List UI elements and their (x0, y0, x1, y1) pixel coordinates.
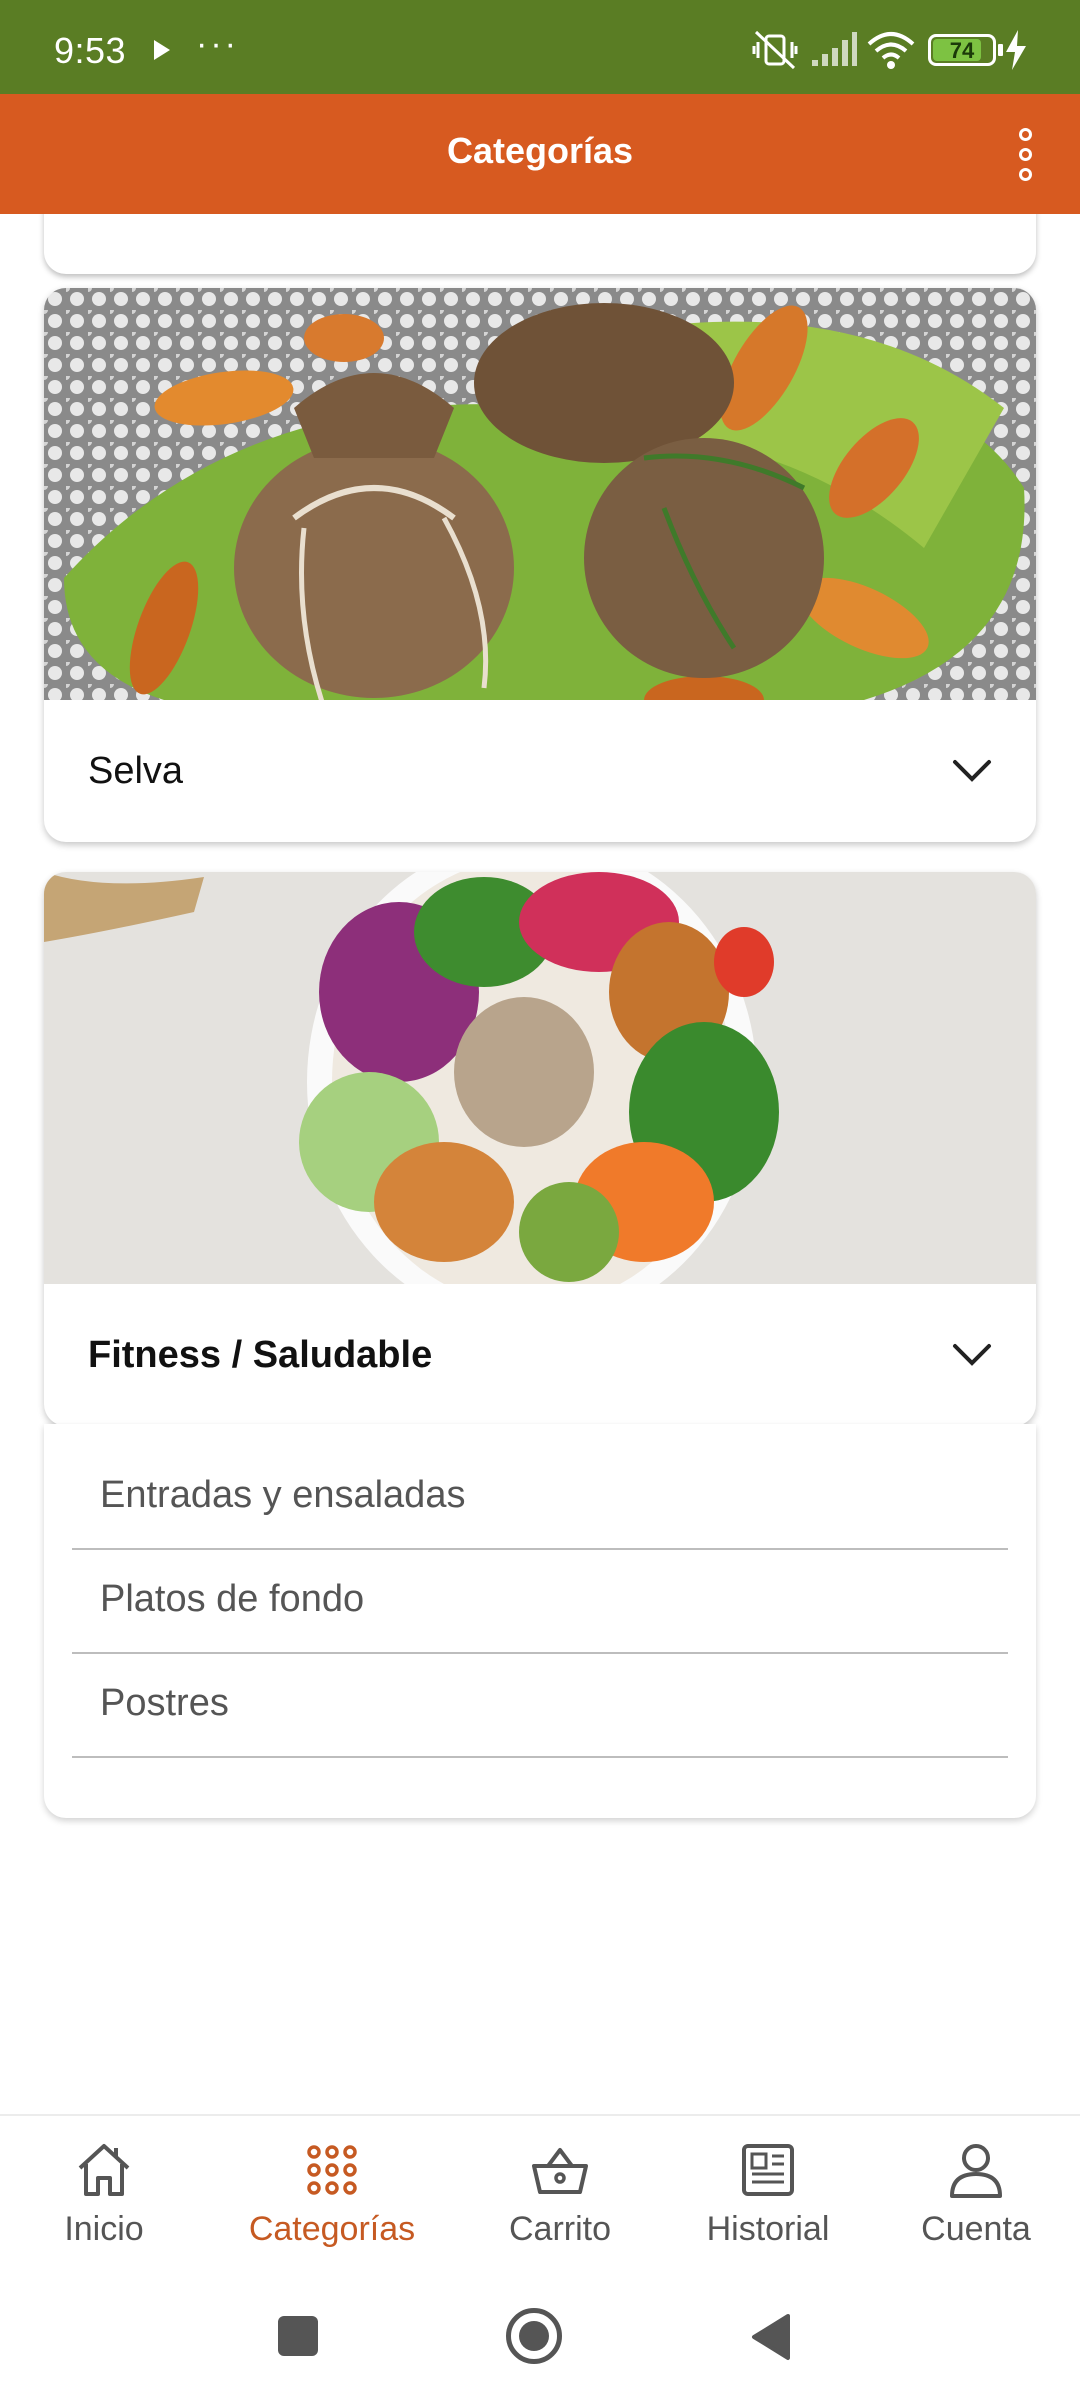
media-play-icon (154, 40, 170, 60)
subcategory-panel: Entradas y ensaladas Platos de fondo Pos… (44, 1424, 1036, 1818)
subcategory-item[interactable]: Postres (72, 1654, 1008, 1758)
more-options-icon[interactable] (1008, 128, 1044, 184)
category-row-fitness[interactable]: Fitness / Saludable (44, 1284, 1036, 1426)
nav-label: Categorías (248, 2210, 416, 2248)
page-title: Categorías (446, 130, 634, 171)
notification-overflow: ··· (196, 25, 239, 63)
newspaper-icon (742, 2144, 794, 2196)
home-circle-icon[interactable] (506, 2308, 562, 2364)
status-bar: 9:53 ··· 74 (0, 0, 1080, 94)
nav-label: Inicio (64, 2210, 144, 2248)
basket-icon (532, 2148, 588, 2194)
vibrate-off-icon (752, 30, 798, 70)
subcategory-label: Platos de fondo (100, 1578, 365, 1620)
person-icon (950, 2144, 1002, 2198)
category-list[interactable]: Selva Fitness / Saludable Entradas y ens… (0, 214, 1080, 2114)
chevron-down-icon[interactable] (952, 759, 992, 783)
recents-square-icon[interactable] (278, 2316, 318, 2356)
status-time: 9:53 (54, 30, 127, 71)
nav-label: Cuenta (921, 2210, 1031, 2248)
category-card-fitness[interactable]: Fitness / Saludable (44, 872, 1036, 1426)
bottom-navigation: Inicio Categorías Carrito Historial Cuen… (0, 2114, 1080, 2274)
category-image-fitness (44, 872, 1036, 1284)
chevron-down-icon[interactable] (952, 1343, 992, 1367)
signal-icon (812, 32, 857, 66)
category-label: Fitness / Saludable (88, 1333, 433, 1376)
category-image-selva (44, 288, 1036, 700)
battery-level: 74 (949, 38, 975, 63)
wifi-icon (867, 32, 915, 69)
subcategory-label: Entradas y ensaladas (100, 1474, 466, 1516)
subcategory-item[interactable]: Entradas y ensaladas (72, 1446, 1008, 1550)
system-navigation-bar (0, 2274, 1080, 2400)
grid-dots-icon (307, 2145, 357, 2195)
category-card-partial[interactable] (44, 214, 1036, 274)
home-icon (78, 2144, 130, 2196)
nav-item-inicio[interactable]: Inicio (44, 2140, 164, 2270)
nav-item-historial[interactable]: Historial (690, 2140, 846, 2270)
nav-item-categorias[interactable]: Categorías (222, 2140, 442, 2270)
subcategory-label: Postres (100, 1682, 229, 1724)
category-row-selva[interactable]: Selva (44, 700, 1036, 842)
back-triangle-icon[interactable] (748, 2312, 792, 2362)
nav-label: Carrito (508, 2210, 612, 2248)
app-bar: Categorías (0, 94, 1080, 214)
nav-label: Historial (706, 2210, 830, 2248)
nav-item-cuenta[interactable]: Cuenta (906, 2140, 1046, 2270)
battery-icon: 74 (928, 34, 996, 66)
category-card-selva[interactable]: Selva (44, 288, 1036, 842)
nav-item-carrito[interactable]: Carrito (494, 2140, 626, 2270)
battery-tip (998, 44, 1003, 56)
category-label: Selva (88, 749, 184, 792)
subcategory-item[interactable]: Platos de fondo (72, 1550, 1008, 1654)
charging-bolt-icon (1006, 30, 1026, 70)
